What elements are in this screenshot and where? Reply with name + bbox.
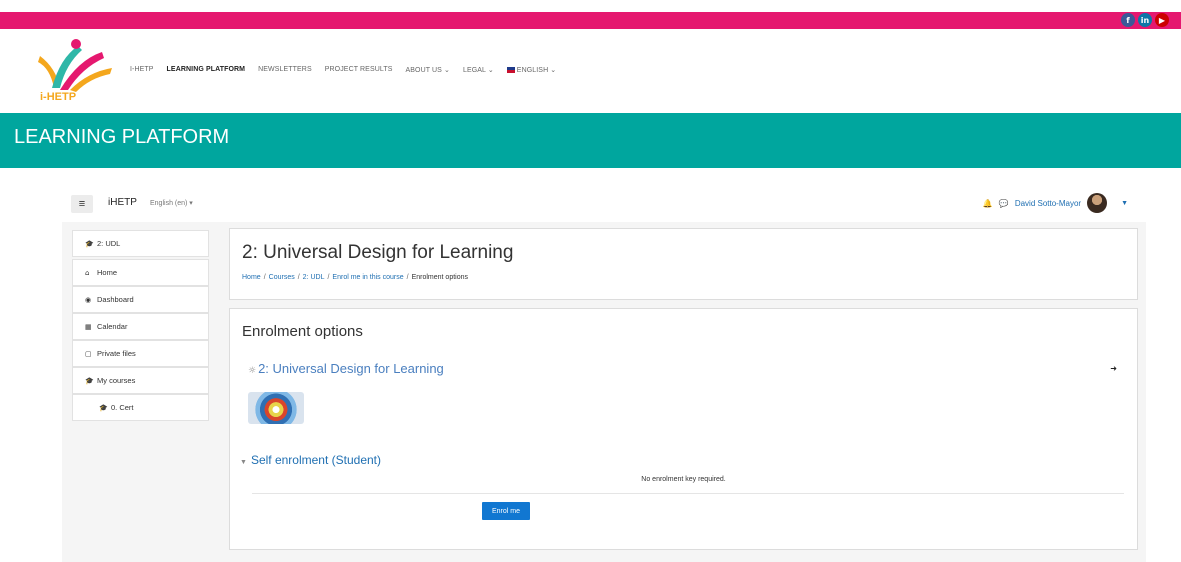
nav-language-label: ENGLISH ⌄ <box>516 67 557 74</box>
drawer-item-my-courses[interactable]: 🎓 My courses <box>72 367 209 394</box>
drawer-item-private-files[interactable]: ▢ Private files <box>72 340 209 367</box>
site-brand[interactable]: iHETP <box>108 197 137 208</box>
language-menu[interactable]: English (en) ▾ <box>150 199 193 207</box>
drawer-item-home[interactable]: ⌂ Home <box>72 259 209 286</box>
graduation-cap-icon: 🎓 <box>85 240 94 248</box>
enrolment-method: Self enrolment (Student) <box>250 453 382 467</box>
social-links: f in ▶ <box>1121 13 1169 27</box>
facebook-icon[interactable]: f <box>1121 13 1135 27</box>
home-icon: ⌂ <box>85 269 90 277</box>
main-nav: I-HETP LEARNING PLATFORM NEWSLETTERS PRO… <box>130 66 569 74</box>
course-icon: ☼ <box>248 366 257 376</box>
logo-text: i-HETP <box>40 91 76 102</box>
banner-title: LEARNING PLATFORM <box>14 126 230 148</box>
drawer-item-label: 0. Cert <box>111 403 134 412</box>
dashboard-icon: ◉ <box>85 296 92 304</box>
enrol-icon: ➜ <box>1110 364 1117 373</box>
drawer-item-label: 2: UDL <box>97 239 121 248</box>
enrolment-card: Enrolment options ☼ 2: Universal Design f… <box>229 308 1138 550</box>
avatar[interactable] <box>1087 193 1108 213</box>
enrolment-note: No enrolment key required. <box>641 476 726 483</box>
graduation-cap-icon: 🎓 <box>85 377 94 385</box>
drawer-item-calendar[interactable]: ▦ Calendar <box>72 313 209 340</box>
self-enrolment-toggle[interactable]: ▼ Self enrolment (Student) <box>240 453 381 467</box>
breadcrumb: Home / Courses/2: UDL / Enrol me in this cou… <box>242 274 468 281</box>
user-name[interactable]: David Sotto-Mayor <box>1015 199 1081 208</box>
enrolment-heading: Enrolment options <box>242 323 363 340</box>
uk-flag-icon <box>506 67 515 73</box>
drawer-item-label: Home <box>97 268 118 277</box>
drawer-item-label: Calendar <box>97 322 128 331</box>
chevron-down-icon: ▼ <box>240 459 247 466</box>
page-header: 2: Universal Design for Learning Home / Co… <box>229 228 1138 300</box>
nav-project-results[interactable]: PROJECT RESULTS <box>325 66 393 74</box>
nav-language[interactable]: ENGLISH ⌄ <box>506 66 557 74</box>
chevron-down-icon[interactable]: ▼ <box>1121 200 1128 207</box>
course-name[interactable]: 2: Universal Design for Learning <box>258 361 444 376</box>
drawer-item-label: Dashboard <box>97 295 134 304</box>
drawer-item-cert[interactable]: 🎓 0. Cert <box>72 394 209 421</box>
drawer-item-dashboard[interactable]: ◉ Dashboard <box>72 286 209 313</box>
messages-icon[interactable]: 💬 <box>999 199 1009 208</box>
breadcrumb-current: Enrolment options <box>411 274 468 281</box>
enrol-me-button[interactable]: Enrol me <box>482 502 530 520</box>
page-banner: LEARNING PLATFORM <box>0 113 1181 168</box>
nav-ihetp[interactable]: I-HETP <box>130 66 154 74</box>
nav-newsletters[interactable]: NEWSLETTERS <box>258 66 312 74</box>
breadcrumb-course[interactable]: 2: UDL <box>303 274 325 281</box>
divider <box>252 493 1124 494</box>
nav-about-us[interactable]: ABOUT US ⌄ <box>406 66 450 74</box>
site-logo[interactable]: i-HETP <box>30 38 116 102</box>
drawer-item-label: My courses <box>97 376 136 385</box>
breadcrumb-home[interactable]: Home <box>242 274 261 281</box>
breadcrumb-enrol[interactable]: Enrol me in this course <box>332 274 403 281</box>
drawer-item-label: Private files <box>97 349 136 358</box>
menu-toggle-button[interactable]: ≡ <box>71 195 93 213</box>
nav-drawer: 🎓 2: UDL ⌂ Home ◉ Dashboard ▦ Calendar ▢ Priv… <box>72 230 209 421</box>
top-bar: f in ▶ <box>0 12 1181 29</box>
graduation-cap-icon: 🎓 <box>99 404 108 412</box>
nav-legal[interactable]: LEGAL ⌄ <box>463 66 494 74</box>
linkedin-icon[interactable]: in <box>1138 13 1152 27</box>
file-icon: ▢ <box>85 350 92 358</box>
course-link[interactable]: ☼ 2: Universal Design for Learning <box>248 361 444 376</box>
page-title: 2: Universal Design for Learning <box>242 242 514 263</box>
notification-bell-icon[interactable]: 🔔 <box>983 199 993 208</box>
moodle-navbar: ≡ iHETP English (en) ▾ 🔔 💬 David Sotto-M… <box>62 186 1146 222</box>
moodle-area: ≡ iHETP English (en) ▾ 🔔 💬 David Sotto-M… <box>62 186 1146 562</box>
drawer-item-course[interactable]: 🎓 2: UDL <box>72 230 209 257</box>
youtube-icon[interactable]: ▶ <box>1155 13 1169 27</box>
nav-learning-platform[interactable]: LEARNING PLATFORM <box>167 66 246 74</box>
breadcrumb-courses[interactable]: Courses <box>269 274 295 281</box>
course-image <box>248 392 304 424</box>
calendar-icon: ▦ <box>85 323 92 331</box>
user-menu[interactable]: 🔔 💬 David Sotto-Mayor ▼ <box>983 193 1128 213</box>
